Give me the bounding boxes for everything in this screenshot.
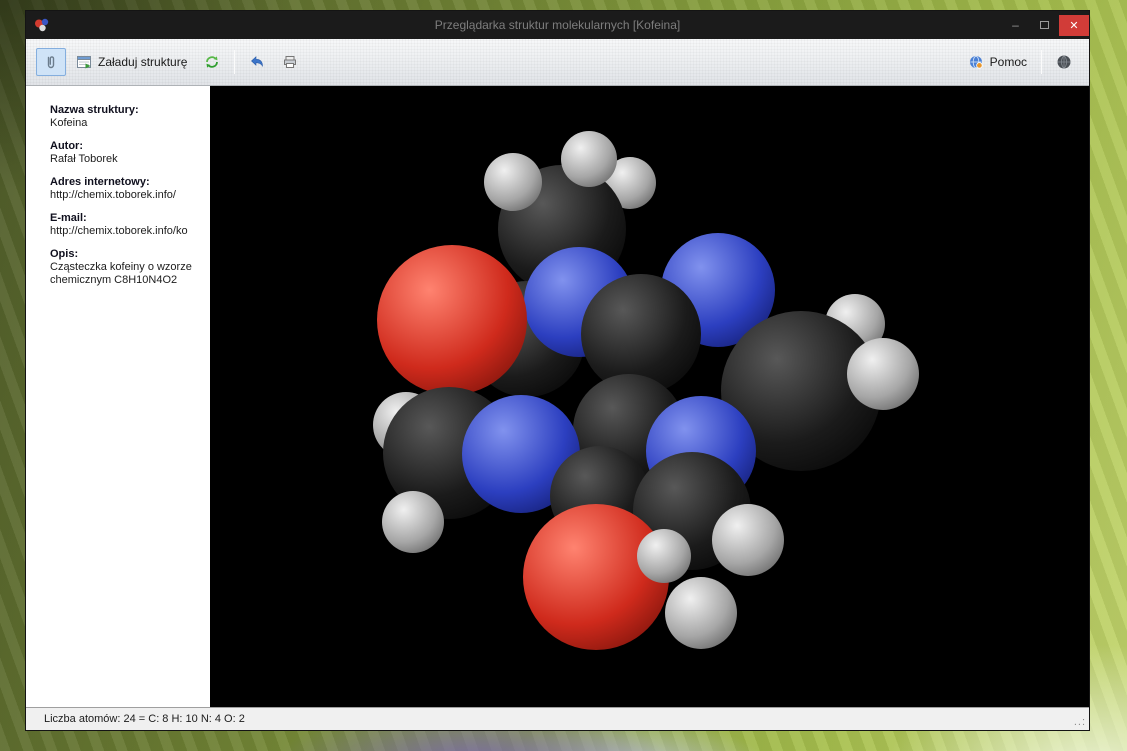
maximize-button[interactable] <box>1030 15 1059 36</box>
undo-button[interactable] <box>242 48 272 76</box>
load-structure-button[interactable]: Załaduj strukturę <box>69 48 194 76</box>
statusbar: Liczba atomów: 24 = C: 8 H: 10 N: 4 O: 2… <box>26 707 1089 730</box>
titlebar[interactable]: Przeglądarka struktur molekularnych [Kof… <box>26 11 1089 39</box>
minimize-button[interactable]: – <box>1001 15 1030 36</box>
load-structure-label: Załaduj strukturę <box>98 55 187 69</box>
window-title: Przeglądarka struktur molekularnych [Kof… <box>26 18 1089 32</box>
sidebar-field: Adres internetowy:http://chemix.toborek.… <box>50 176 200 202</box>
field-label: Nazwa struktury: <box>50 104 200 117</box>
close-button[interactable]: ✕ <box>1059 15 1089 36</box>
paperclip-icon <box>43 54 59 70</box>
field-label: Adres internetowy: <box>50 176 200 189</box>
atom-sphere-H <box>484 153 542 211</box>
field-value: Kofeina <box>50 117 200 130</box>
molecule-3d-viewport[interactable] <box>210 86 1089 707</box>
toolbar-separator <box>234 50 235 74</box>
field-value: http://chemix.toborek.info/ko <box>50 225 200 238</box>
field-label: E-mail: <box>50 212 200 225</box>
maximize-icon <box>1040 21 1049 29</box>
sidebar-field: E-mail:http://chemix.toborek.info/ko <box>50 212 200 238</box>
print-button[interactable] <box>275 48 305 76</box>
atom-count-status: Liczba atomów: 24 = C: 8 H: 10 N: 4 O: 2 <box>44 713 245 725</box>
pin-structure-button[interactable] <box>36 48 66 76</box>
refresh-button[interactable] <box>197 48 227 76</box>
sidebar-field: Autor:Rafał Toborek <box>50 140 200 166</box>
app-window: Przeglądarka struktur molekularnych [Kof… <box>25 10 1090 731</box>
atom-sphere-H <box>382 491 444 553</box>
help-globe-icon <box>968 54 984 70</box>
toolbar: Załaduj strukturę <box>26 39 1089 86</box>
field-value: Cząsteczka kofeiny o wzorze chemicznym C… <box>50 261 200 287</box>
atom-sphere-H <box>665 577 737 649</box>
globe-gray-icon <box>1056 54 1072 70</box>
atom-sphere-H <box>561 131 617 187</box>
web-button[interactable] <box>1049 48 1079 76</box>
field-label: Opis: <box>50 248 200 261</box>
sidebar-field: Opis:Cząsteczka kofeiny o wzorze chemicz… <box>50 248 200 287</box>
refresh-icon <box>204 54 220 70</box>
window-controls: – ✕ <box>1001 11 1089 39</box>
undo-icon <box>249 54 265 70</box>
atom-sphere-H <box>712 504 784 576</box>
load-structure-icon <box>76 54 92 70</box>
field-value: Rafał Toborek <box>50 153 200 166</box>
atom-sphere-O <box>377 245 527 395</box>
app-icon <box>34 17 50 33</box>
help-label: Pomoc <box>990 55 1027 69</box>
atom-sphere-H <box>847 338 919 410</box>
field-label: Autor: <box>50 140 200 153</box>
toolbar-right-group: Pomoc <box>961 48 1079 76</box>
toolbar-separator <box>1041 50 1042 74</box>
main-content: Nazwa struktury:Kofeina Autor:Rafał Tobor… <box>26 86 1089 707</box>
atom-sphere-H <box>637 529 691 583</box>
help-button[interactable]: Pomoc <box>961 48 1034 76</box>
field-value: http://chemix.toborek.info/ <box>50 189 200 202</box>
sidebar-field: Nazwa struktury:Kofeina <box>50 104 200 130</box>
printer-icon <box>282 54 298 70</box>
structure-info-panel: Nazwa struktury:Kofeina Autor:Rafał Tobor… <box>26 86 210 707</box>
resize-grip[interactable]: ..: <box>1074 716 1086 728</box>
